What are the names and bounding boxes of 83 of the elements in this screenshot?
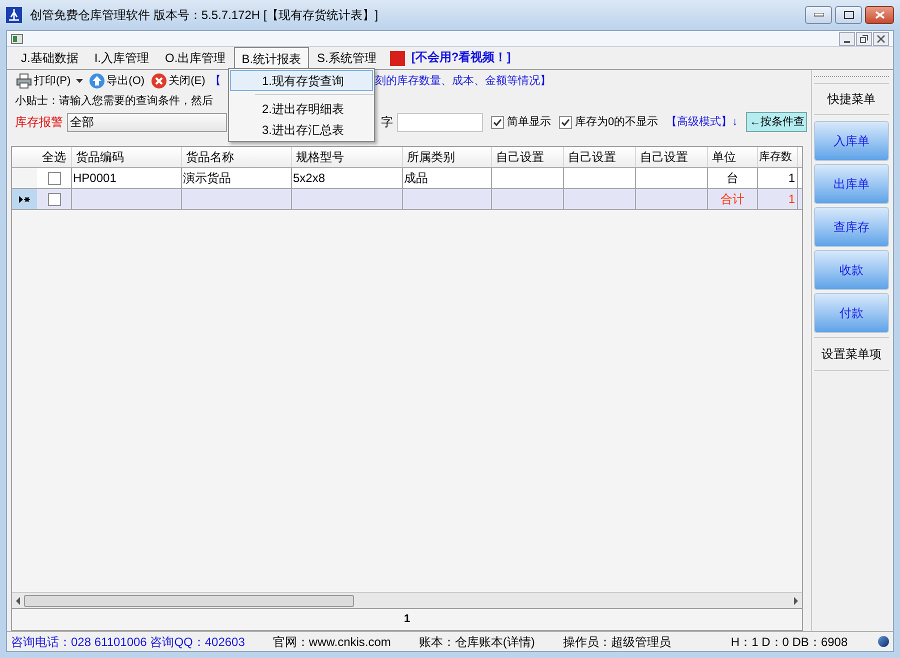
status-text: 账本：仓库账本(详情) (418, 634, 535, 650)
status-text: H：1 D：0 DB：6908 (730, 634, 848, 650)
scroll-left-icon (14, 596, 22, 604)
shortcut-button[interactable]: 收款 (814, 250, 889, 290)
child-restore-button[interactable] (856, 32, 872, 46)
close-icon (877, 34, 885, 42)
document-icon (11, 34, 23, 44)
column-header[interactable]: 单位 (708, 147, 758, 167)
menu-settings-link[interactable]: 设置菜单项 (814, 337, 889, 371)
menu-item[interactable]: J.基础数据 (13, 47, 86, 69)
toolbar-button[interactable]: 关闭(E) (150, 71, 206, 91)
checkbox[interactable] (559, 116, 572, 128)
shortcut-button[interactable]: 查库存 (814, 207, 889, 247)
close-button[interactable] (865, 6, 894, 24)
maximize-button[interactable] (835, 6, 862, 24)
close-icon (874, 11, 884, 19)
globe-icon (878, 636, 889, 647)
table-cell-text: 1 (788, 191, 795, 208)
column-header[interactable]: 全选 (37, 147, 72, 167)
search-button[interactable]: ←按条件查 (746, 112, 807, 132)
advanced-mode-link[interactable]: 【高级模式】↓ (666, 114, 738, 130)
table-cell-text: 成品 (404, 170, 428, 187)
close-icon (150, 73, 167, 89)
printer-icon (16, 73, 32, 89)
horizontal-scrollbar[interactable] (12, 592, 802, 608)
shortcut-button[interactable]: 入库单 (814, 121, 889, 161)
minimize-icon (814, 13, 824, 17)
keyword-field[interactable] (397, 112, 483, 132)
page-number: 1 (404, 612, 410, 628)
sidebar-title: 快捷菜单 (814, 83, 889, 115)
child-minimize-button[interactable] (839, 32, 855, 46)
status-text: 咨询电话：028 61101006 咨询QQ：402603 (11, 634, 245, 650)
shortcut-button[interactable]: 出库单 (814, 164, 889, 204)
window-title: 创管免费仓库管理软件 版本号：5.5.7.172H [【现有存货统计表】] (30, 7, 378, 24)
shortcut-button[interactable]: 付款 (814, 293, 889, 333)
column-header[interactable]: 货品名称 (182, 147, 292, 167)
keyword-label: 字 (381, 114, 393, 131)
dropdown-item[interactable]: 2.进出存明细表 (230, 98, 373, 119)
column-header[interactable]: 货品编码 (72, 147, 182, 167)
scroll-right-icon (792, 596, 800, 604)
column-header[interactable]: 规格型号 (292, 147, 403, 167)
column-header[interactable]: 自己设置 (636, 147, 708, 167)
tip-text: 小贴士：请输入您需要的查询条件，然后 (15, 94, 213, 109)
status-text: 操作员：超级管理员 (562, 634, 671, 650)
column-header[interactable]: 所属类别 (403, 147, 492, 167)
current-row-icon (19, 196, 30, 202)
stock-alert-label: 库存报警 (15, 114, 63, 131)
table-cell-text: 1 (788, 170, 795, 187)
app-logo-icon (6, 7, 22, 23)
table-cell-text: 5x2x8 (293, 170, 326, 187)
maximize-icon (844, 11, 854, 19)
minimize-button[interactable] (805, 6, 832, 24)
status-text: 官网：www.cnkis.com (272, 634, 391, 650)
row-header[interactable] (12, 189, 37, 209)
caret-icon (76, 79, 83, 83)
column-header[interactable]: 自己设置 (492, 147, 564, 167)
note-text: 刻的库存数量、成本、金额等情况】 (375, 74, 552, 89)
menu-item[interactable]: I.入库管理 (86, 47, 158, 69)
menu-item[interactable]: S.系统管理 (309, 47, 384, 69)
checkbox-label: 库存为0的不显示 (575, 114, 658, 130)
restore-icon (860, 34, 868, 42)
checkbox[interactable] (48, 192, 60, 206)
dropdown-item[interactable]: 1.现有存货查询 (230, 70, 373, 91)
checkbox[interactable] (491, 116, 504, 128)
child-close-button[interactable] (873, 32, 889, 46)
toolbar-button[interactable]: 导出(O) (88, 71, 146, 91)
dropdown-item[interactable]: 3.进出存汇总表 (230, 119, 373, 140)
checkbox-label: 简单显示 (507, 114, 551, 130)
checkbox[interactable] (48, 172, 60, 184)
toolbar-button[interactable]: 打印(P) (15, 71, 84, 91)
minimize-icon (844, 40, 850, 42)
table-cell-text: 台 (726, 170, 738, 187)
stock-alert-select[interactable]: 全部 (67, 112, 227, 132)
table-cell-text: 演示货品 (183, 170, 231, 187)
menu-item[interactable]: O.出库管理 (157, 47, 234, 69)
note-text: 【 (210, 74, 222, 89)
table-cell-text: HP0001 (73, 170, 116, 187)
column-header[interactable]: 库存数 (758, 147, 798, 167)
menu-item[interactable]: B.统计报表 (234, 47, 310, 69)
table-cell-text: 合计 (720, 191, 744, 208)
help-video-link[interactable]: [不会用?看视频！] (411, 48, 511, 66)
column-header[interactable]: 自己设置 (564, 147, 636, 167)
scrollbar-thumb[interactable] (24, 594, 354, 606)
